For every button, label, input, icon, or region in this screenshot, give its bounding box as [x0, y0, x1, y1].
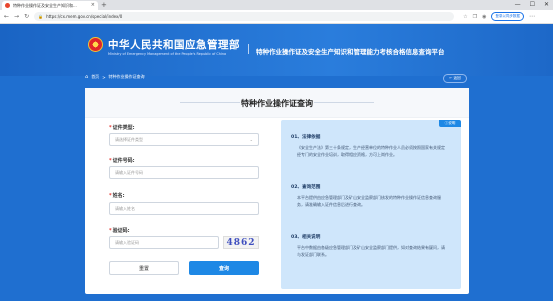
browser-tab[interactable]: 特种作业操作证及安全生产知识和... × — [2, 1, 98, 10]
back-arrow-icon[interactable]: ← — [4, 13, 9, 20]
title-divider-right — [314, 102, 374, 103]
close-window-icon[interactable]: ✕ — [544, 1, 549, 9]
cert-no-input[interactable]: 请输入证件号码 — [109, 166, 259, 179]
notice-section-title: 02、查询范围 — [291, 185, 321, 190]
home-icon[interactable]: ⌂ — [85, 74, 88, 80]
name-label: *姓名: — [109, 193, 125, 199]
required-mark: * — [109, 193, 112, 199]
name-placeholder: 请输入姓名 — [115, 205, 135, 211]
lock-icon: 🔒 — [38, 14, 44, 19]
header-divider — [248, 44, 249, 54]
cert-type-select[interactable]: 请选择证件类型 ⌄ — [109, 133, 259, 146]
site-favicon-icon — [5, 3, 10, 8]
breadcrumb-current: 特种作业操作证查询 — [108, 74, 145, 79]
browser-chrome: 特种作业操作证及安全生产知识和... × + — ☐ ✕ ← → ↻ 🔒 htt… — [0, 0, 553, 24]
back-button[interactable]: ← 返回 — [443, 74, 467, 83]
notice-panel: ⓘ 说明 01、法律依据 《安全生产法》第三十条规定，生产经营单位的特种作业人员… — [281, 120, 461, 289]
cert-no-label: *证件号码: — [109, 158, 135, 164]
minimize-icon[interactable]: — — [515, 1, 521, 9]
breadcrumb-home[interactable]: 首页 — [91, 74, 99, 80]
reload-icon[interactable]: ↻ — [24, 13, 29, 20]
tab-close-icon[interactable]: × — [91, 3, 95, 8]
menu-icon[interactable]: ⋯ — [529, 13, 535, 20]
required-mark: * — [109, 228, 112, 234]
ministry-title-en: Ministry of Emergency Management of the … — [108, 52, 227, 56]
url-input[interactable]: 🔒 https://cx.mem.gov.cn/special/index/0 — [34, 12, 455, 21]
notice-tag: ⓘ 说明 — [439, 120, 461, 127]
tab-bar: 特种作业操作证及安全生产知识和... × + — ☐ ✕ — [0, 0, 553, 10]
maximize-icon[interactable]: ☐ — [530, 1, 535, 9]
breadcrumb-separator: > — [102, 74, 106, 80]
cert-type-label: *证件类型: — [109, 125, 135, 131]
profile-icon[interactable]: ◉ — [482, 14, 486, 20]
ministry-title-cn: 中华人民共和国应急管理部 — [108, 39, 240, 51]
browser-toolbar-icons: ☆ ❐ ◉ — [463, 14, 486, 20]
sync-login-button[interactable]: 登录以同步数据 — [491, 12, 524, 21]
name-input[interactable]: 请输入姓名 — [109, 202, 259, 215]
forward-arrow-icon[interactable]: → — [14, 13, 19, 20]
query-button[interactable]: 查询 — [189, 261, 259, 275]
url-text: https://cx.mem.gov.cn/special/index/0 — [46, 14, 123, 19]
address-bar-row: ← → ↻ 🔒 https://cx.mem.gov.cn/special/in… — [0, 10, 553, 24]
notice-section-body: 《安全生产法》第三十条规定，生产经营单位的特种作业人员必须按照国家有关规定经专门… — [297, 145, 445, 157]
notice-section-body: 平台中数据由各级应急管理部门及矿山安全监察部门提供，如对查询结果有疑问，请与发证… — [297, 245, 445, 257]
tab-title: 特种作业操作证及安全生产知识和... — [13, 2, 77, 8]
breadcrumb: ⌂ 首页 > 特种作业操作证查询 — [85, 72, 469, 82]
window-controls: — ☐ ✕ — [515, 1, 549, 9]
notice-section-title: 03、相关说明 — [291, 235, 321, 240]
captcha-label: *验证码: — [109, 228, 130, 234]
captcha-image[interactable]: 4862 — [223, 236, 259, 249]
captcha-input[interactable]: 请输入验证码 — [109, 236, 219, 249]
cert-no-placeholder: 请输入证件号码 — [115, 169, 143, 175]
required-mark: * — [109, 158, 112, 164]
platform-title: 特种作业操作证及安全生产知识和管理能力考核合格信息查询平台 — [256, 48, 445, 56]
cert-type-placeholder: 请选择证件类型 — [115, 136, 143, 142]
star-icon[interactable]: ☆ — [463, 14, 467, 20]
collections-icon[interactable]: ❐ — [473, 14, 477, 20]
query-card: 特种作业操作证查询 *证件类型: 请选择证件类型 ⌄ *证件号码: 请输入证件号… — [85, 88, 469, 294]
page-title: 特种作业操作证查询 — [241, 99, 313, 108]
new-tab-button[interactable]: + — [101, 1, 107, 9]
notice-section-title: 01、法律依据 — [291, 135, 321, 140]
captcha-placeholder: 请输入验证码 — [115, 239, 139, 245]
national-emblem-icon — [88, 37, 103, 52]
notice-section-body: 本平台提供由应急管理部门及矿山安全监察部门核发的特种作业操作证信息查询服务，请准… — [297, 195, 441, 207]
chevron-down-icon: ⌄ — [249, 137, 253, 142]
required-mark: * — [109, 125, 112, 131]
reset-button[interactable]: 重置 — [109, 261, 179, 275]
